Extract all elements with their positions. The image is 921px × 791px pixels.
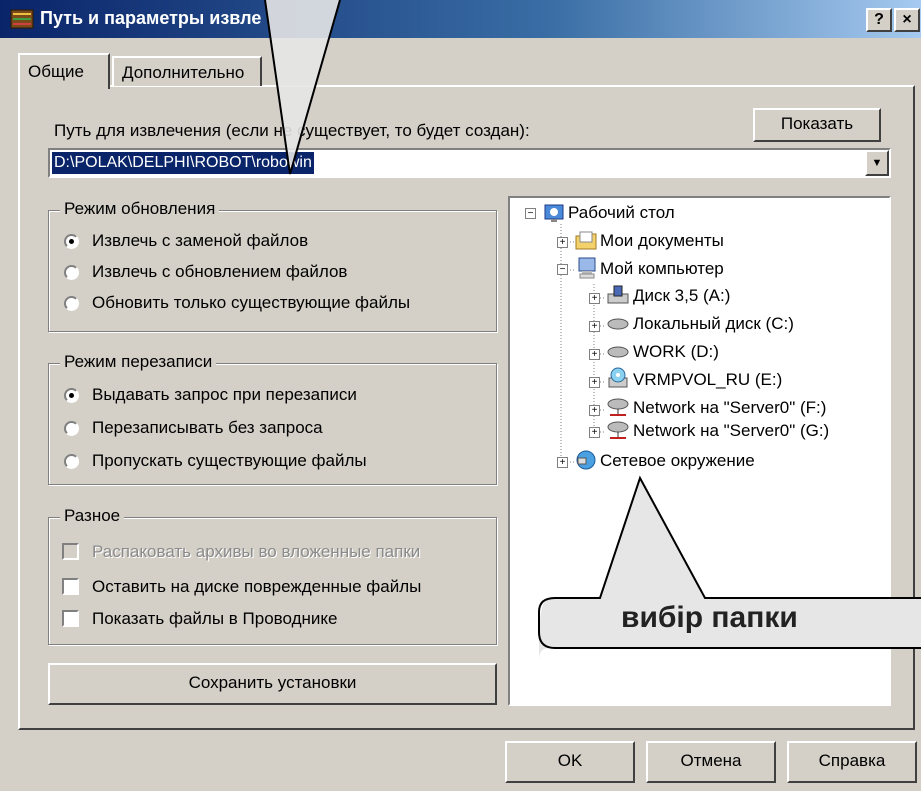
tab-general[interactable]: Общие bbox=[18, 53, 110, 89]
callout-overlay bbox=[264, 0, 921, 660]
callout-label: вибір папки bbox=[621, 601, 798, 634]
